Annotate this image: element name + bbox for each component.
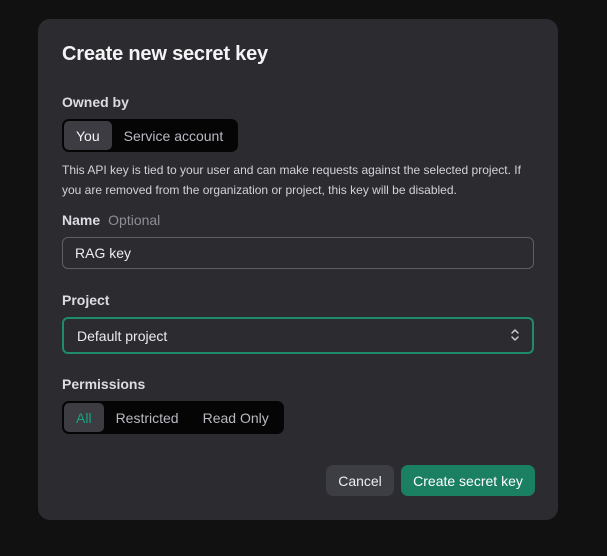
chevron-up-down-icon	[511, 329, 519, 341]
owned-by-option-service-account[interactable]: Service account	[112, 121, 236, 150]
name-label-text: Name	[62, 212, 101, 228]
dialog-title: Create new secret key	[62, 43, 268, 65]
name-optional-hint: Optional	[108, 212, 161, 228]
owned-by-label: Owned by	[62, 94, 129, 110]
permissions-option-all[interactable]: All	[64, 403, 104, 432]
project-label: Project	[62, 292, 110, 308]
owned-by-segmented-control: You Service account	[62, 119, 238, 152]
cancel-button[interactable]: Cancel	[326, 465, 394, 496]
name-label: Name Optional	[62, 212, 160, 228]
create-secret-key-dialog: Create new secret key Owned by You Servi…	[38, 19, 558, 520]
project-select[interactable]: Default project	[62, 317, 534, 354]
name-input[interactable]: RAG key	[62, 237, 534, 269]
create-secret-key-button[interactable]: Create secret key	[401, 465, 535, 496]
api-key-description: This API key is tied to your user and ca…	[62, 163, 521, 197]
permissions-label: Permissions	[62, 376, 146, 392]
permissions-segmented-control: All Restricted Read Only	[62, 401, 284, 434]
permissions-option-read-only[interactable]: Read Only	[191, 403, 281, 432]
owned-by-option-you[interactable]: You	[64, 121, 112, 150]
permissions-option-restricted[interactable]: Restricted	[104, 403, 191, 432]
project-select-value: Default project	[77, 327, 168, 344]
